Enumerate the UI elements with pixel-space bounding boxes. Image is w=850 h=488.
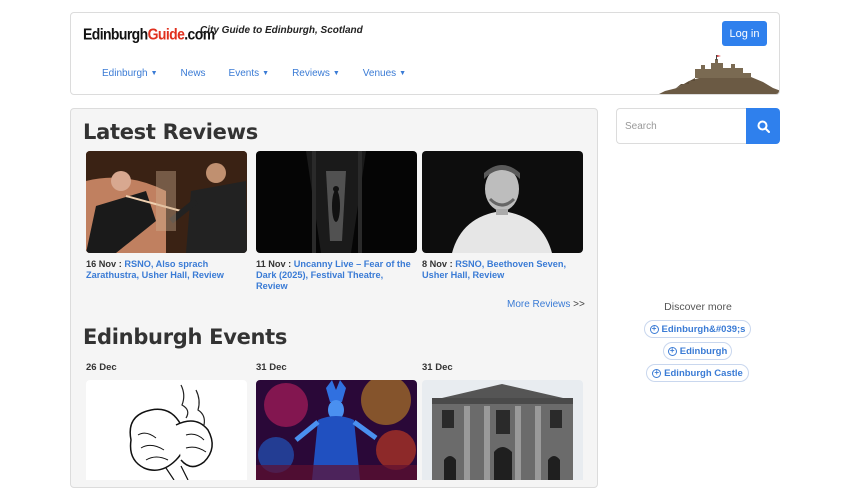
site-logo[interactable]: EdinburghGuide.com bbox=[83, 25, 215, 43]
site-header: EdinburghGuide.com City Guide to Edinbur… bbox=[70, 12, 780, 95]
event-image-building[interactable] bbox=[422, 380, 583, 480]
nav-item-venues[interactable]: Venues ▼ bbox=[363, 68, 406, 79]
discover-pill[interactable]: + Edinburgh&#039;s bbox=[644, 320, 751, 338]
nav-item-news[interactable]: News bbox=[181, 68, 206, 79]
search-input[interactable]: Search bbox=[616, 108, 747, 144]
reviews-heading: Latest Reviews bbox=[83, 120, 258, 144]
site-tagline: City Guide to Edinburgh, Scotland bbox=[200, 25, 363, 36]
review-caption: 8 Nov : RSNO, Beethoven Seven, Usher Hal… bbox=[422, 259, 566, 280]
event-date: 31 Dec bbox=[256, 362, 287, 373]
search-icon bbox=[757, 120, 770, 133]
discover-more-label: Discover more bbox=[664, 301, 732, 313]
caret-down-icon: ▼ bbox=[262, 70, 270, 77]
review-card[interactable]: 11 Nov : Uncanny Live – Fear of the Dark… bbox=[256, 151, 417, 292]
review-image-portrait[interactable] bbox=[422, 151, 583, 253]
plus-circle-icon: + bbox=[652, 368, 662, 378]
events-heading: Edinburgh Events bbox=[83, 325, 288, 349]
event-date: 26 Dec bbox=[86, 362, 117, 373]
discover-pill[interactable]: + Edinburgh Castle bbox=[646, 364, 749, 382]
review-card[interactable]: 8 Nov : RSNO, Beethoven Seven, Usher Hal… bbox=[422, 151, 583, 281]
search-box: Search bbox=[616, 108, 780, 144]
event-image-boxing-gloves[interactable] bbox=[86, 380, 247, 480]
event-image-festival[interactable] bbox=[256, 380, 417, 480]
search-button[interactable] bbox=[746, 108, 780, 144]
review-caption: 11 Nov : Uncanny Live – Fear of the Dark… bbox=[256, 259, 411, 291]
nav-item-events[interactable]: Events ▼ bbox=[229, 68, 270, 79]
more-reviews-link[interactable]: More Reviews >> bbox=[507, 299, 585, 310]
plus-circle-icon: + bbox=[667, 346, 677, 356]
caret-down-icon: ▼ bbox=[332, 70, 340, 77]
main-content: Latest Reviews 16 Nov : RSNO, Also sprac… bbox=[70, 108, 598, 488]
castle-illustration bbox=[659, 55, 779, 94]
plus-circle-icon: + bbox=[649, 324, 659, 334]
login-button[interactable]: Log in bbox=[722, 21, 767, 46]
caret-down-icon: ▼ bbox=[150, 70, 158, 77]
review-image-orchestra[interactable] bbox=[86, 151, 247, 253]
main-nav: Edinburgh ▼ News Events ▼ Reviews ▼ Venues ▼ bbox=[102, 68, 429, 79]
review-caption: 16 Nov : RSNO, Also sprach Zarathustra, … bbox=[86, 259, 224, 280]
discover-pill[interactable]: + Edinburgh bbox=[663, 342, 732, 360]
review-card[interactable]: 16 Nov : RSNO, Also sprach Zarathustra, … bbox=[86, 151, 247, 281]
nav-item-reviews[interactable]: Reviews ▼ bbox=[292, 68, 340, 79]
event-date: 31 Dec bbox=[422, 362, 453, 373]
review-image-dark-alley[interactable] bbox=[256, 151, 417, 253]
caret-down-icon: ▼ bbox=[399, 70, 407, 77]
nav-item-edinburgh[interactable]: Edinburgh ▼ bbox=[102, 68, 158, 79]
